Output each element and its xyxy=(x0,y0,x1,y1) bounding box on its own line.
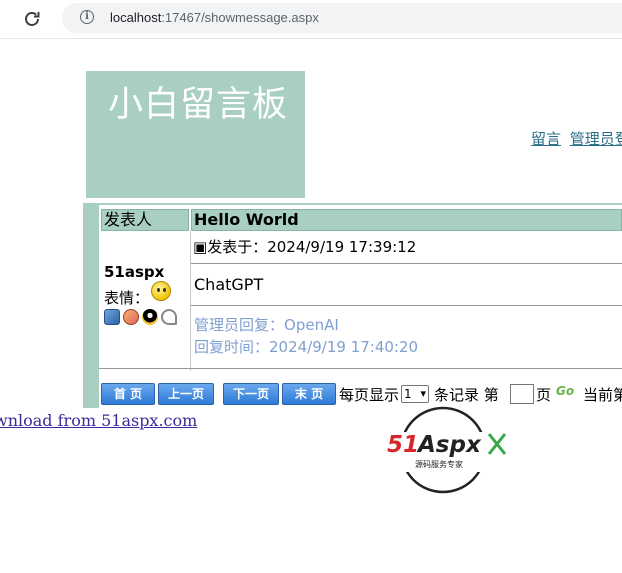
url-host: localhost xyxy=(110,10,162,25)
column-divider xyxy=(190,231,191,371)
go-button[interactable]: Go xyxy=(556,384,574,398)
reply-text: OpenAI xyxy=(284,316,339,334)
reply-label: 管理员回复： xyxy=(194,316,285,334)
posted-label: 发表于： xyxy=(207,238,268,256)
top-nav: 留言 管理员登 xyxy=(531,128,622,149)
divider xyxy=(191,305,622,306)
address-bar[interactable]: i localhost:17467/showmessage.aspx xyxy=(62,3,622,33)
site-banner: 小白留言板 xyxy=(86,71,305,198)
last-page-button[interactable]: 末 页 xyxy=(282,383,336,405)
computer-icon[interactable] xyxy=(104,309,120,325)
records-label: 条记录 第 xyxy=(434,386,499,404)
url-text[interactable]: localhost:17467/showmessage.aspx xyxy=(110,10,319,25)
per-page-label: 每页显示 xyxy=(339,386,400,404)
divider xyxy=(99,368,622,369)
per-page-select[interactable]: 1 xyxy=(401,385,429,403)
smiley-face-icon xyxy=(151,281,171,301)
page-number-input[interactable] xyxy=(510,384,534,404)
url-path: :17467/showmessage.aspx xyxy=(161,10,319,25)
reply-time-value: 2024/9/19 17:40:20 xyxy=(269,338,419,356)
phone-icon[interactable] xyxy=(161,309,177,325)
current-page-label: 当前第 xyxy=(583,386,622,404)
logo-tagline: 源码服务专家 xyxy=(415,459,463,469)
logo-brand-aspx: Aspx xyxy=(416,432,482,458)
site-title: 小白留言板 xyxy=(108,85,289,125)
message-title: Hello World xyxy=(191,209,622,231)
posted-time: 2024/9/19 17:39:12 xyxy=(267,238,417,256)
logo-brand-51: 51 xyxy=(387,432,419,458)
reload-icon[interactable] xyxy=(20,7,44,31)
browser-toolbar: i localhost:17467/showmessage.aspx xyxy=(0,0,622,39)
message-content: ChatGPT xyxy=(194,275,264,294)
left-decor-strip xyxy=(83,203,99,408)
next-page-button[interactable]: 下一页 xyxy=(223,383,279,405)
site-logo: 51 Aspx 源码服务专家 xyxy=(385,404,515,496)
page-label: 页 xyxy=(536,386,552,404)
author-column-header: 发表人 xyxy=(101,209,189,231)
qq-icon[interactable] xyxy=(142,309,158,325)
home-icon[interactable] xyxy=(123,309,139,325)
posted-info: ▣发表于：2024/9/19 17:39:12 xyxy=(193,236,416,257)
mood-label: 表情： xyxy=(104,289,150,307)
divider xyxy=(191,263,622,264)
reply-time: 回复时间：2024/9/19 17:40:20 xyxy=(194,336,418,357)
message-table: 发表人 Hello World 51aspx 表情： ▣发表于：2024/9/1… xyxy=(99,203,622,410)
prev-page-button[interactable]: 上一页 xyxy=(158,383,214,405)
download-link[interactable]: wnload from 51aspx.com xyxy=(0,411,197,430)
contact-icons xyxy=(104,309,177,325)
posted-icon: ▣ xyxy=(193,238,208,256)
admin-reply: 管理员回复：OpenAI xyxy=(194,314,339,335)
reply-time-label: 回复时间： xyxy=(194,338,270,356)
first-page-button[interactable]: 首 页 xyxy=(101,383,155,405)
leave-message-link[interactable]: 留言 xyxy=(531,130,561,148)
info-icon[interactable]: i xyxy=(80,10,94,24)
admin-login-link[interactable]: 管理员登 xyxy=(570,130,622,148)
author-name: 51aspx xyxy=(104,263,165,281)
